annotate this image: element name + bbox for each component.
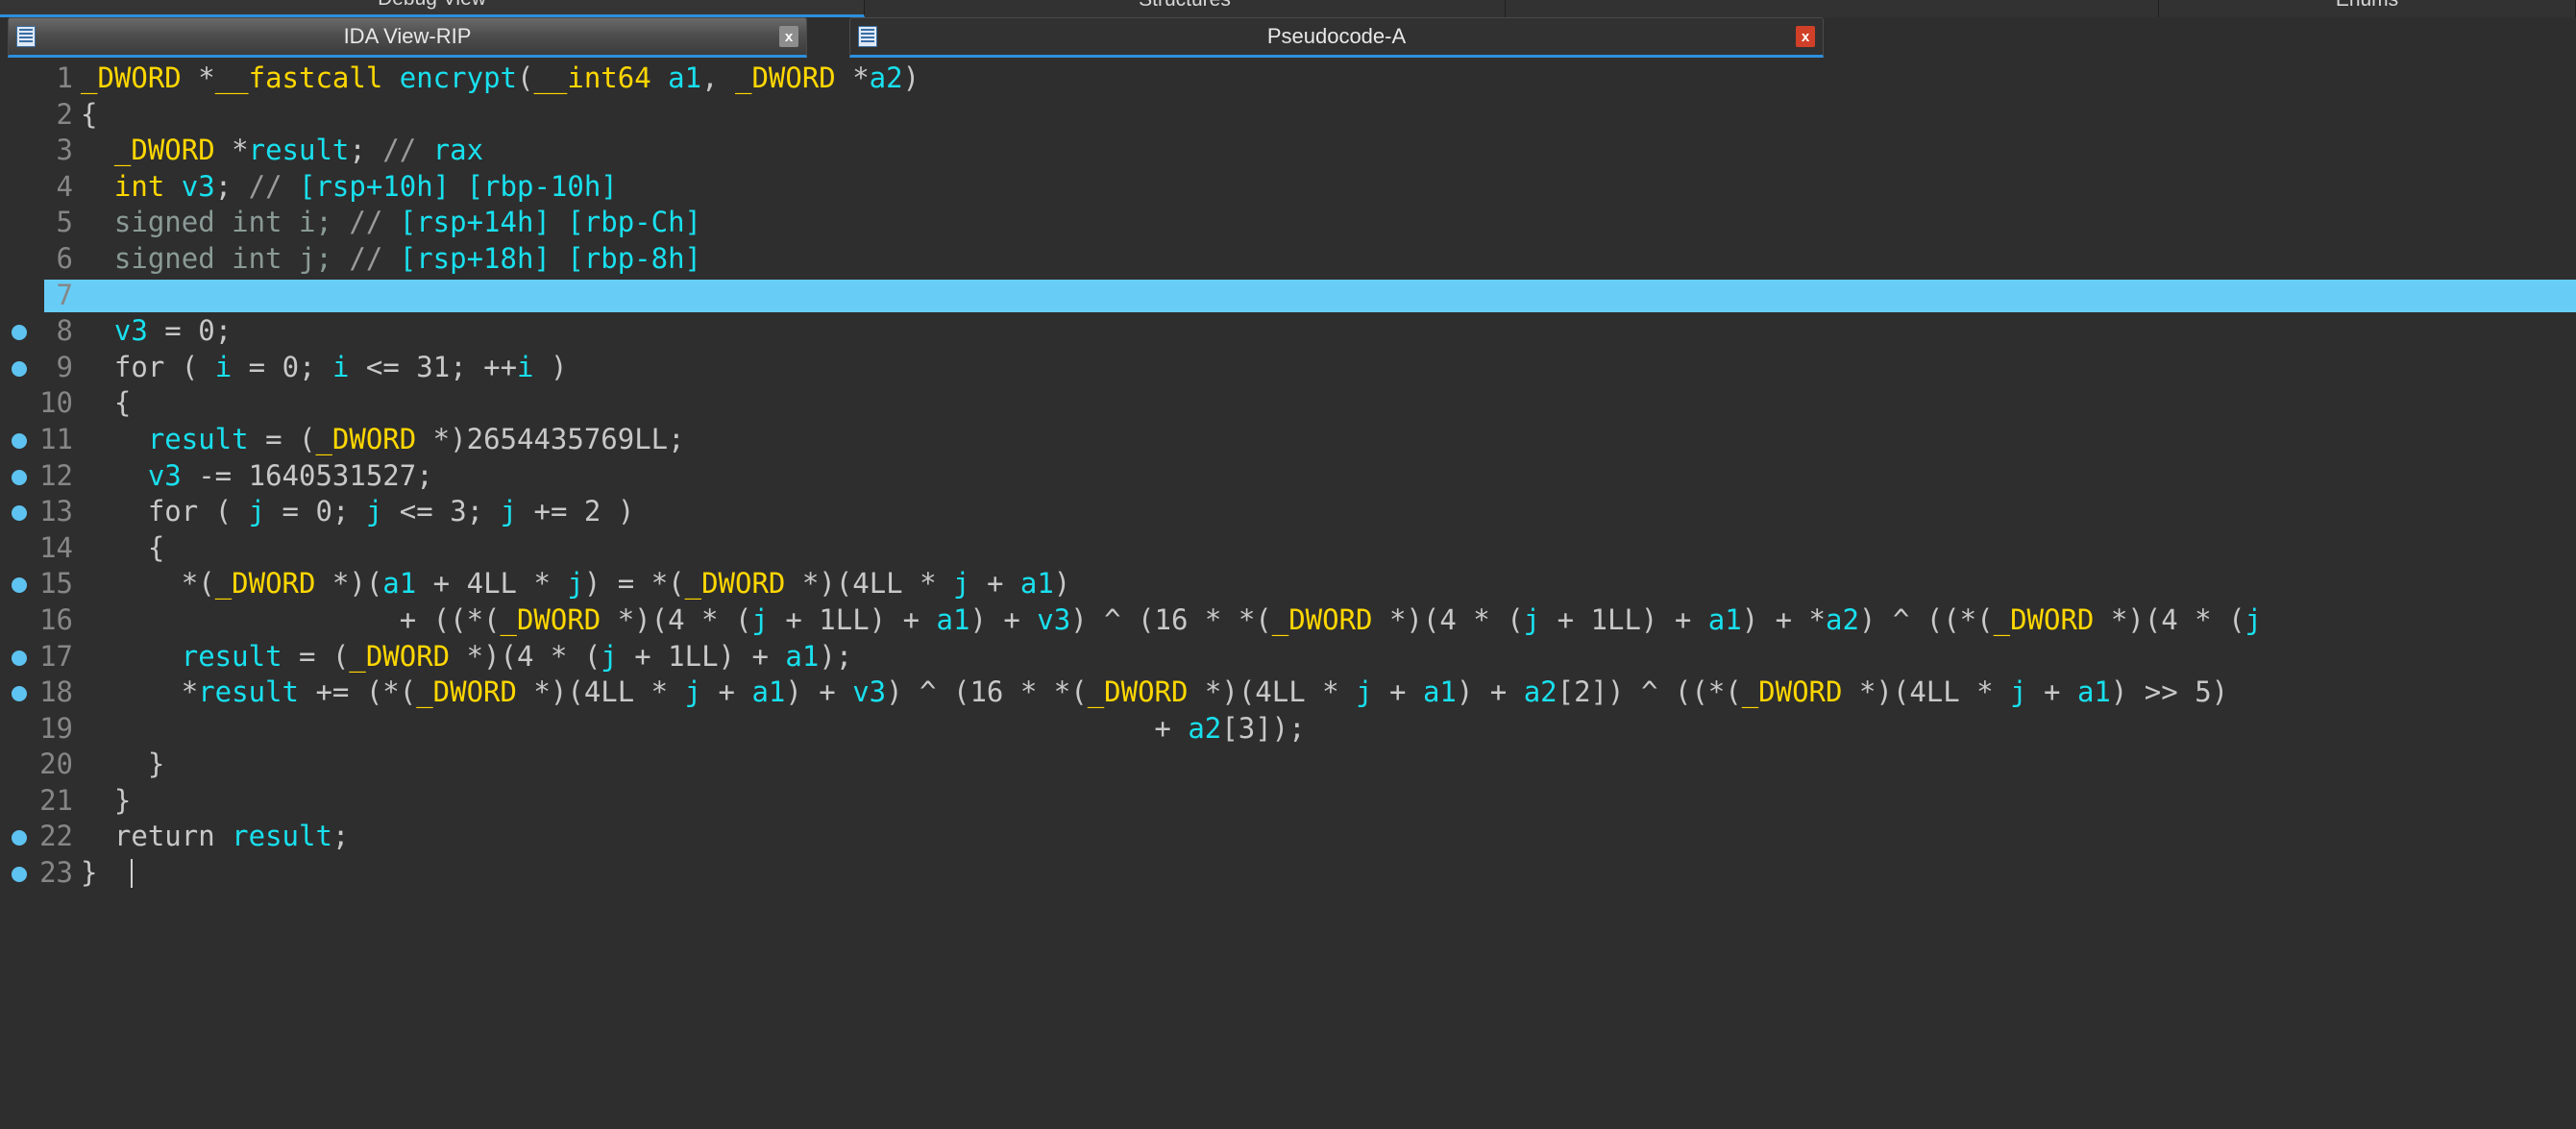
code-line[interactable]: 15 *(_DWORD *)(a1 + 4LL * j) = *(_DWORD … [0,566,2576,602]
code-text: { [81,386,132,420]
outer-tab-structures[interactable]: Structures [865,0,1506,17]
code-line[interactable]: 12 v3 -= 1640531527; [0,458,2576,495]
line-number: 6 [56,241,73,275]
line-number: 23 [39,856,73,890]
code-text: { [81,97,98,131]
code-line[interactable]: 3 _DWORD *result; // rax [0,133,2576,169]
code-line[interactable]: 2{ [0,97,2576,134]
code-line[interactable]: 9 for ( i = 0; i <= 31; ++i ) [0,350,2576,386]
code-text: } [81,783,132,817]
code-line[interactable]: 6 signed int j; // [rsp+18h] [rbp-8h] [0,241,2576,278]
line-number: 17 [39,639,73,673]
code-text: for ( j = 0; j <= 3; j += 2 ) [147,495,635,528]
outer-tab-bar: Debug View Structures Enums [0,0,2576,17]
outer-tab-label: Structures [1139,0,1231,12]
line-number: 10 [39,386,73,420]
line-number: 22 [39,820,73,853]
code-line[interactable]: 16 + ((*(_DWORD *)(4 * (j + 1LL) + a1) +… [0,602,2576,639]
code-text: result = (_DWORD *)(4 * (j + 1LL) + a1); [181,639,853,673]
outer-tab-enums[interactable]: Enums [2159,0,2576,17]
close-icon[interactable]: x [779,26,798,47]
code-line[interactable]: 1 _DWORD *__fastcall encrypt(__int64 a1, … [0,61,2576,97]
line-number: 13 [39,495,73,528]
code-text: } [81,748,165,781]
line-number: 19 [39,711,73,745]
close-icon[interactable]: x [1796,26,1815,47]
code-text: + a2[3]); [81,711,1306,745]
code-text: + ((*(_DWORD *)(4 * (j + 1LL) + a1) + v3… [81,602,2262,636]
window-tab-title: IDA View-RIP [343,24,472,48]
line-number: 9 [56,350,73,383]
code-text: *(_DWORD *)(a1 + 4LL * j) = *(_DWORD *)(… [81,567,1071,601]
code-text: _DWORD *__fastcall encrypt(__int64 a1, _… [81,61,920,94]
code-line[interactable]: 20 } [0,747,2576,783]
current-line-highlight [44,279,2576,312]
line-number: 21 [39,783,73,817]
code-line[interactable]: 13 for ( j = 0; j <= 3; j += 2 ) [0,494,2576,530]
line-number: 16 [39,602,73,636]
pseudocode-editor[interactable]: 1 _DWORD *__fastcall encrypt(__int64 a1, … [0,61,2576,1129]
line-number: 18 [39,675,73,709]
line-number: 15 [39,567,73,601]
code-text: return result; [113,820,350,853]
code-line[interactable]: 19 + a2[3]); [0,711,2576,748]
window-tab-bar: IDA View-RIP x Pseudocode-A x [0,17,2576,61]
line-number: 7 [56,278,73,311]
ida-view-icon [16,26,36,47]
code-line[interactable]: 17 result = (_DWORD *)(4 * (j + 1LL) + a… [0,639,2576,675]
line-number: 4 [56,169,73,203]
code-text: signed int i; // [rsp+14h] [rbp-Ch] [81,206,702,239]
code-line[interactable]: 11 result = (_DWORD *)2654435769LL; [0,422,2576,458]
code-text: result = (_DWORD *)2654435769LL; [147,422,685,455]
code-text: { [81,530,165,564]
line-number: 12 [39,458,73,492]
code-line[interactable]: 10 { [0,385,2576,422]
text-cursor [131,859,134,889]
code-line[interactable]: 14 { [0,530,2576,567]
code-line[interactable]: 7 [0,278,2576,314]
code-text: signed int j; // [rsp+18h] [rbp-8h] [81,241,702,275]
code-line[interactable]: 8 v3 = 0; [0,313,2576,350]
code-line[interactable]: 21 } [0,783,2576,820]
line-number: 5 [56,206,73,239]
code-text: *result += (*(_DWORD *)(4LL * j + a1) + … [81,675,2229,709]
line-number: 20 [39,748,73,781]
code-text: v3 = 0; [113,314,233,348]
code-text: for ( i = 0; i <= 31; ++i ) [113,350,568,383]
pseudocode-icon [858,26,877,47]
window-tab-title: Pseudocode-A [1266,24,1407,48]
outer-tab-debug-view[interactable]: Debug View [0,0,865,17]
code-line[interactable]: 18 *result += (*(_DWORD *)(4LL * j + a1)… [0,675,2576,711]
code-text: } [81,855,134,892]
window-tab-ida-view-rip[interactable]: IDA View-RIP x [8,17,807,58]
code-line[interactable]: 22 return result; [0,819,2576,855]
code-text: _DWORD *result; // rax [113,134,484,167]
code-line[interactable]: 23} [0,855,2576,892]
line-number: 8 [56,314,73,348]
code-line[interactable]: 4 int v3; // [rsp+10h] [rbp-10h] [0,169,2576,206]
outer-tab-label: Enums [2336,0,2398,12]
outer-tab-spacer [1506,0,2159,17]
line-number: 2 [56,97,73,131]
line-number: 11 [39,422,73,455]
outer-tab-label: Debug View [378,0,486,11]
line-number: 14 [39,530,73,564]
code-text: int v3; // [rsp+10h] [rbp-10h] [113,169,618,203]
code-text: v3 -= 1640531527; [147,458,433,492]
line-number: 1 [56,61,73,94]
window-tab-pseudocode-a[interactable]: Pseudocode-A x [849,17,1824,58]
line-number: 3 [56,134,73,167]
code-line[interactable]: 5 signed int i; // [rsp+14h] [rbp-Ch] [0,205,2576,241]
